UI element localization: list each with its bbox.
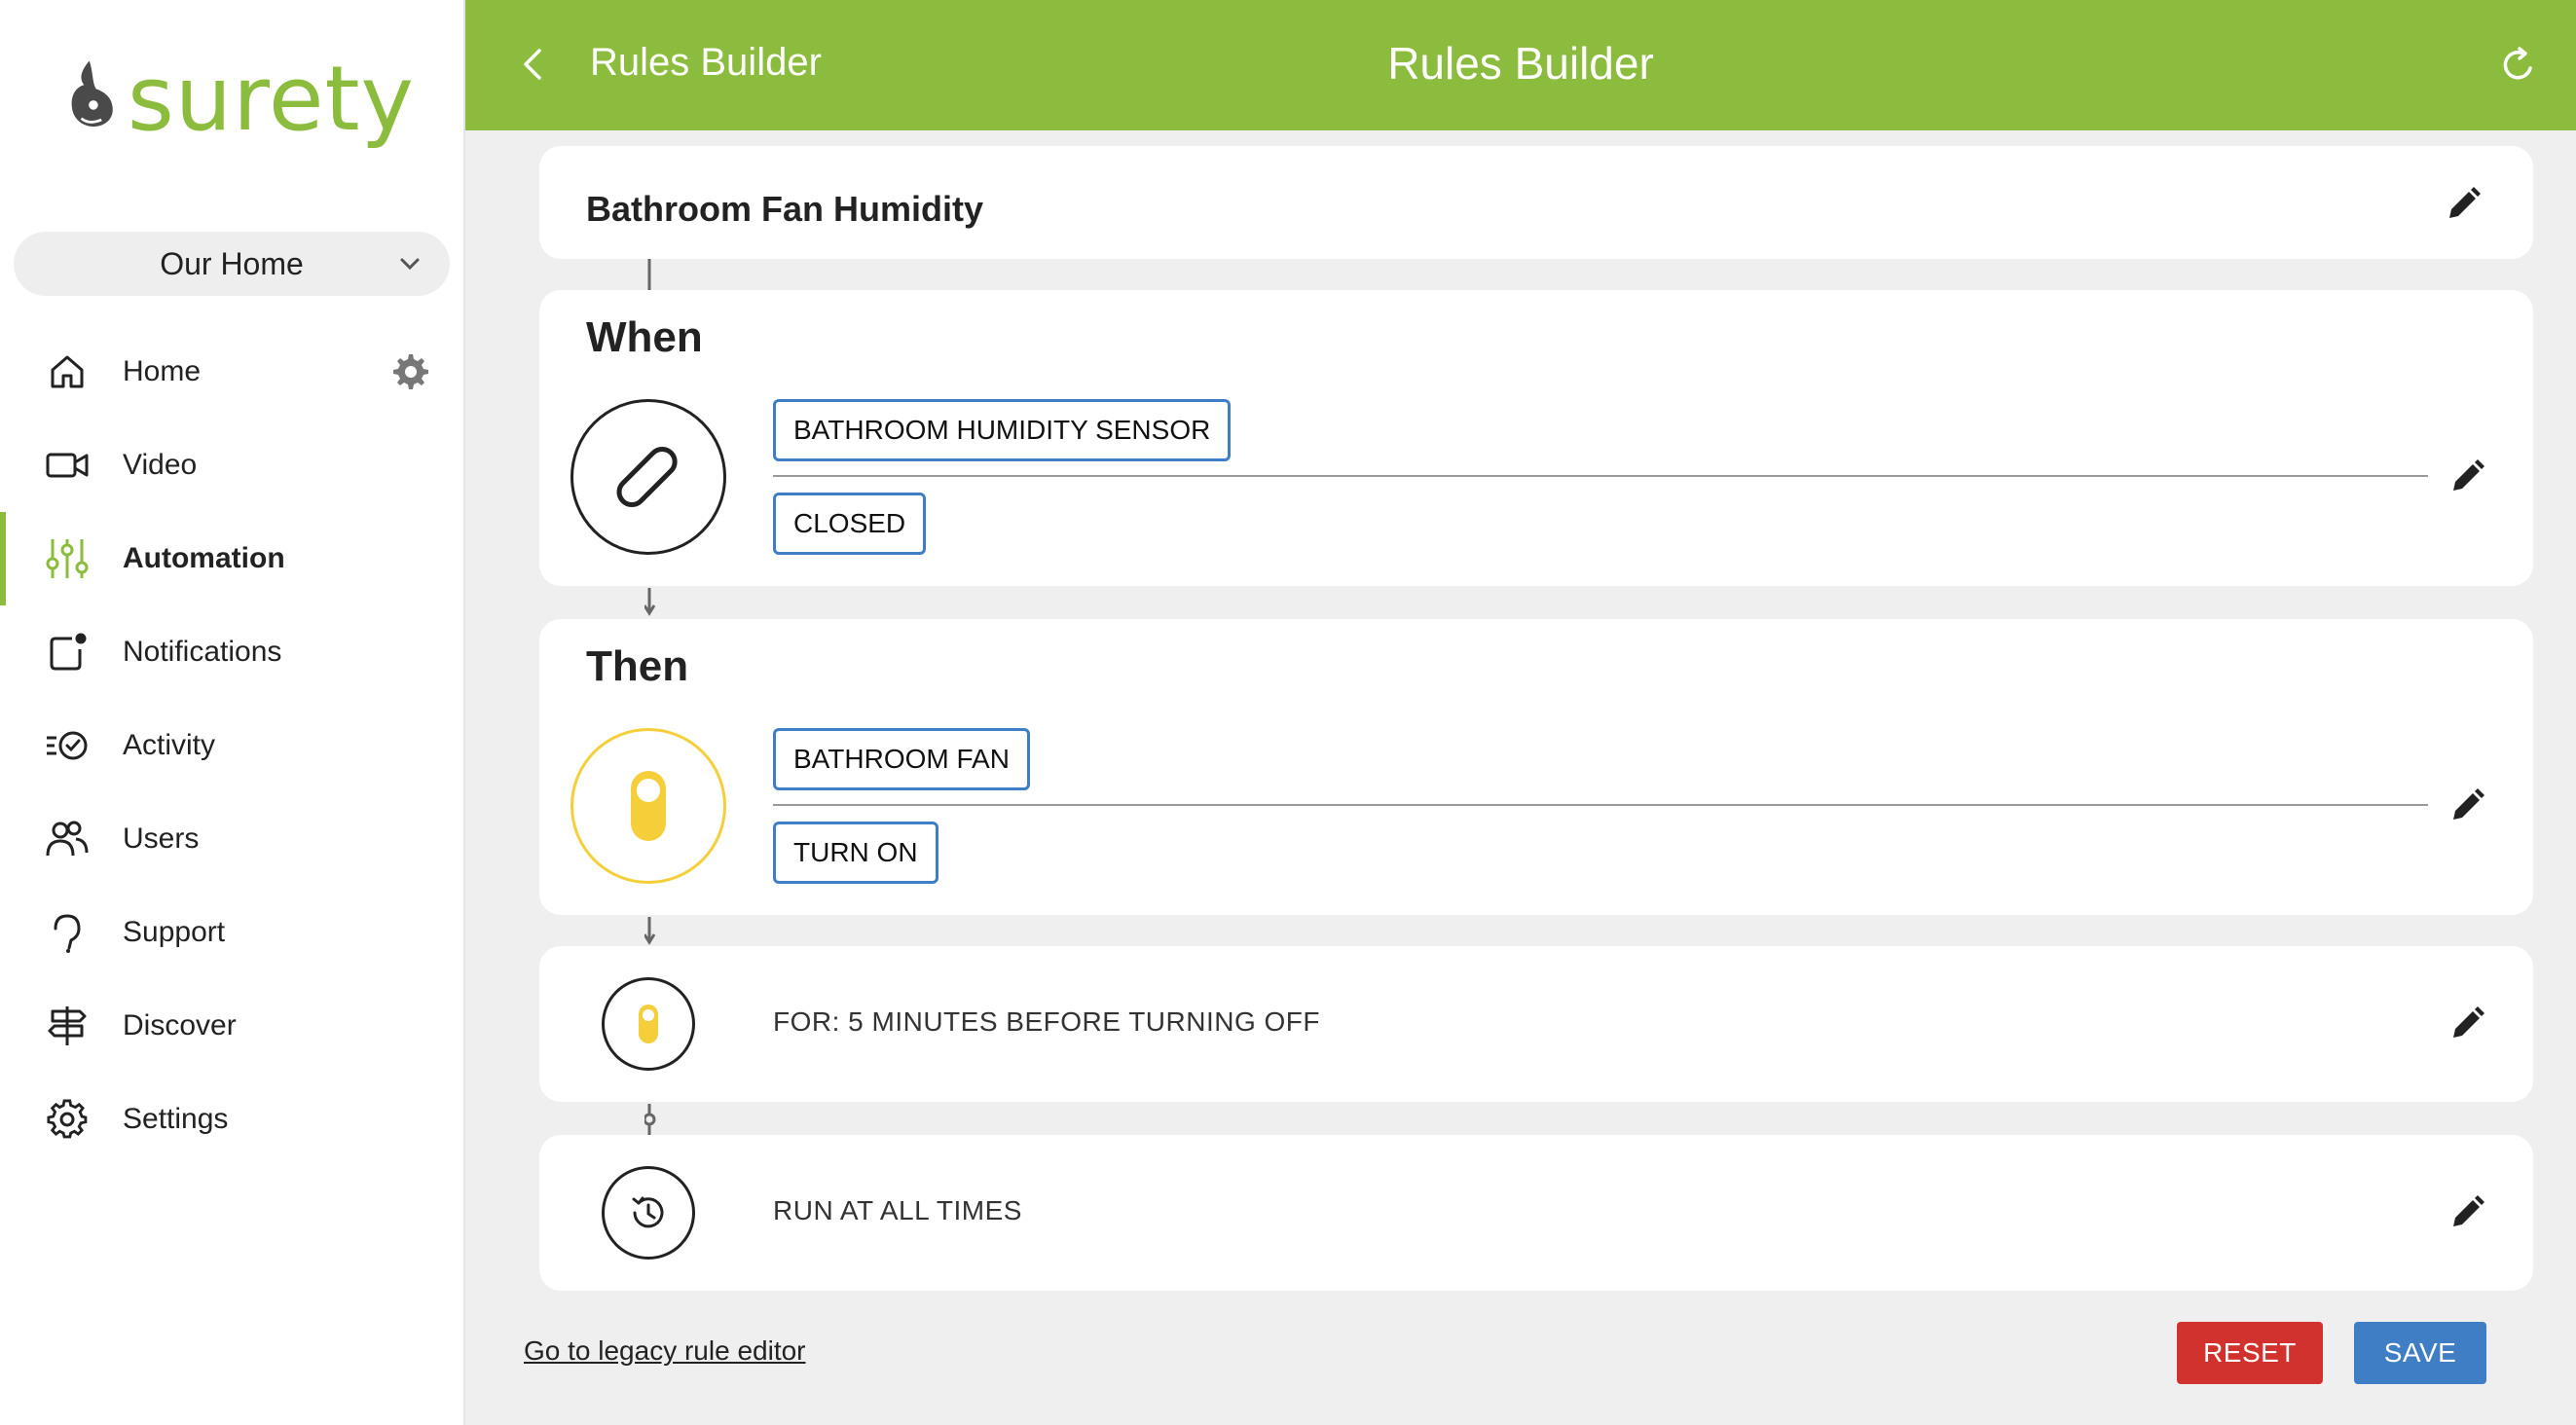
action-device-label: BATHROOM FAN (793, 744, 1010, 774)
sidebar-item-settings[interactable]: Settings (0, 1073, 463, 1166)
divider (773, 804, 2428, 806)
video-icon (45, 443, 90, 488)
sidebar-item-label: Activity (123, 729, 216, 761)
duration-circle (602, 977, 695, 1071)
when-card: When BATHROOM HUMIDITY SENSOR CLOSED (539, 290, 2533, 586)
trigger-device-circle (570, 399, 726, 555)
top-bar: Rules Builder Rules Builder (465, 0, 2576, 130)
rule-name-card: Bathroom Fan Humidity (539, 146, 2533, 259)
duration-card: FOR: 5 MINUTES BEFORE TURNING OFF (539, 946, 2533, 1102)
rule-name: Bathroom Fan Humidity (586, 189, 984, 229)
signpost-icon (45, 1004, 90, 1048)
refresh-icon[interactable] (2498, 45, 2539, 86)
sidebar-item-support[interactable]: Support (0, 886, 463, 979)
duration-text: FOR: 5 MINUTES BEFORE TURNING OFF (773, 1006, 1321, 1037)
edit-schedule-pencil-icon[interactable] (2446, 1191, 2488, 1234)
sliders-icon (45, 536, 90, 581)
home-icon (45, 349, 90, 394)
switch-on-icon (631, 771, 666, 841)
connector-arrow-icon (644, 917, 656, 945)
back-label[interactable]: Rules Builder (590, 41, 822, 85)
action-device-chip[interactable]: BATHROOM FAN (773, 728, 1030, 790)
sidebar-item-label: Discover (123, 1009, 237, 1041)
connector-line (647, 259, 651, 290)
surety-dog-logo-icon (71, 60, 113, 128)
trigger-device-chip[interactable]: BATHROOM HUMIDITY SENSOR (773, 399, 1232, 461)
contact-sensor-icon (616, 446, 678, 508)
then-title: Then (586, 642, 689, 690)
when-title: When (586, 313, 703, 361)
sidebar-item-label: Users (123, 822, 200, 855)
trigger-device-label: BATHROOM HUMIDITY SENSOR (793, 415, 1211, 445)
connector-node-icon (644, 1104, 656, 1135)
sidebar-item-label: Automation (123, 542, 285, 574)
notification-icon (45, 630, 90, 675)
edit-when-pencil-icon[interactable] (2446, 456, 2488, 498)
sidebar-item-notifications[interactable]: Notifications (0, 605, 463, 699)
sidebar-item-users[interactable]: Users (0, 792, 463, 886)
switch-on-icon (639, 1005, 658, 1043)
sidebar-item-home[interactable]: Home (0, 325, 463, 419)
divider (773, 475, 2428, 477)
sidebar-item-label: Video (123, 449, 198, 481)
action-command-chip[interactable]: TURN ON (773, 822, 938, 884)
action-device-circle (570, 728, 726, 884)
sidebar-item-discover[interactable]: Discover (0, 979, 463, 1073)
action-command-label: TURN ON (793, 837, 918, 867)
edit-duration-pencil-icon[interactable] (2446, 1003, 2488, 1045)
support-icon (45, 910, 90, 955)
schedule-circle (602, 1166, 695, 1260)
edit-then-pencil-icon[interactable] (2446, 785, 2488, 827)
sidebar-item-automation[interactable]: Automation (0, 512, 463, 605)
schedule-card: RUN AT ALL TIMES (539, 1135, 2533, 1291)
activity-icon (45, 723, 90, 768)
sidebar-nav: Home Video Automation Notifications Acti… (0, 325, 463, 1166)
sidebar-item-label: Support (123, 916, 226, 948)
surety-logo[interactable]: surety (55, 35, 415, 162)
schedule-text: RUN AT ALL TIMES (773, 1195, 1022, 1225)
users-icon (45, 817, 90, 861)
sidebar: surety Our Home Home Video Automation No… (0, 0, 465, 1425)
reset-button[interactable]: RESET (2177, 1322, 2323, 1384)
connector-arrow-icon (644, 588, 656, 616)
sidebar-item-label: Settings (123, 1103, 229, 1135)
sidebar-item-label: Home (123, 355, 202, 387)
location-select[interactable]: Our Home (14, 232, 450, 296)
legacy-editor-link[interactable]: Go to legacy rule editor (524, 1335, 806, 1367)
save-button[interactable]: SAVE (2354, 1322, 2486, 1384)
edit-rule-name-pencil-icon[interactable] (2442, 183, 2484, 226)
gear-icon (45, 1097, 90, 1142)
chevron-down-icon (400, 258, 420, 271)
trigger-state-label: CLOSED (793, 508, 906, 538)
logo-text: surety (127, 46, 415, 151)
sidebar-item-label: Notifications (123, 636, 282, 668)
location-select-value: Our Home (160, 245, 304, 281)
home-settings-gear-icon[interactable] (391, 352, 430, 391)
back-arrow-icon[interactable] (512, 43, 555, 86)
sidebar-item-video[interactable]: Video (0, 419, 463, 512)
trigger-state-chip[interactable]: CLOSED (773, 493, 927, 555)
then-card: Then BATHROOM FAN TURN ON (539, 619, 2533, 915)
history-clock-icon (632, 1196, 664, 1228)
sidebar-item-activity[interactable]: Activity (0, 699, 463, 792)
